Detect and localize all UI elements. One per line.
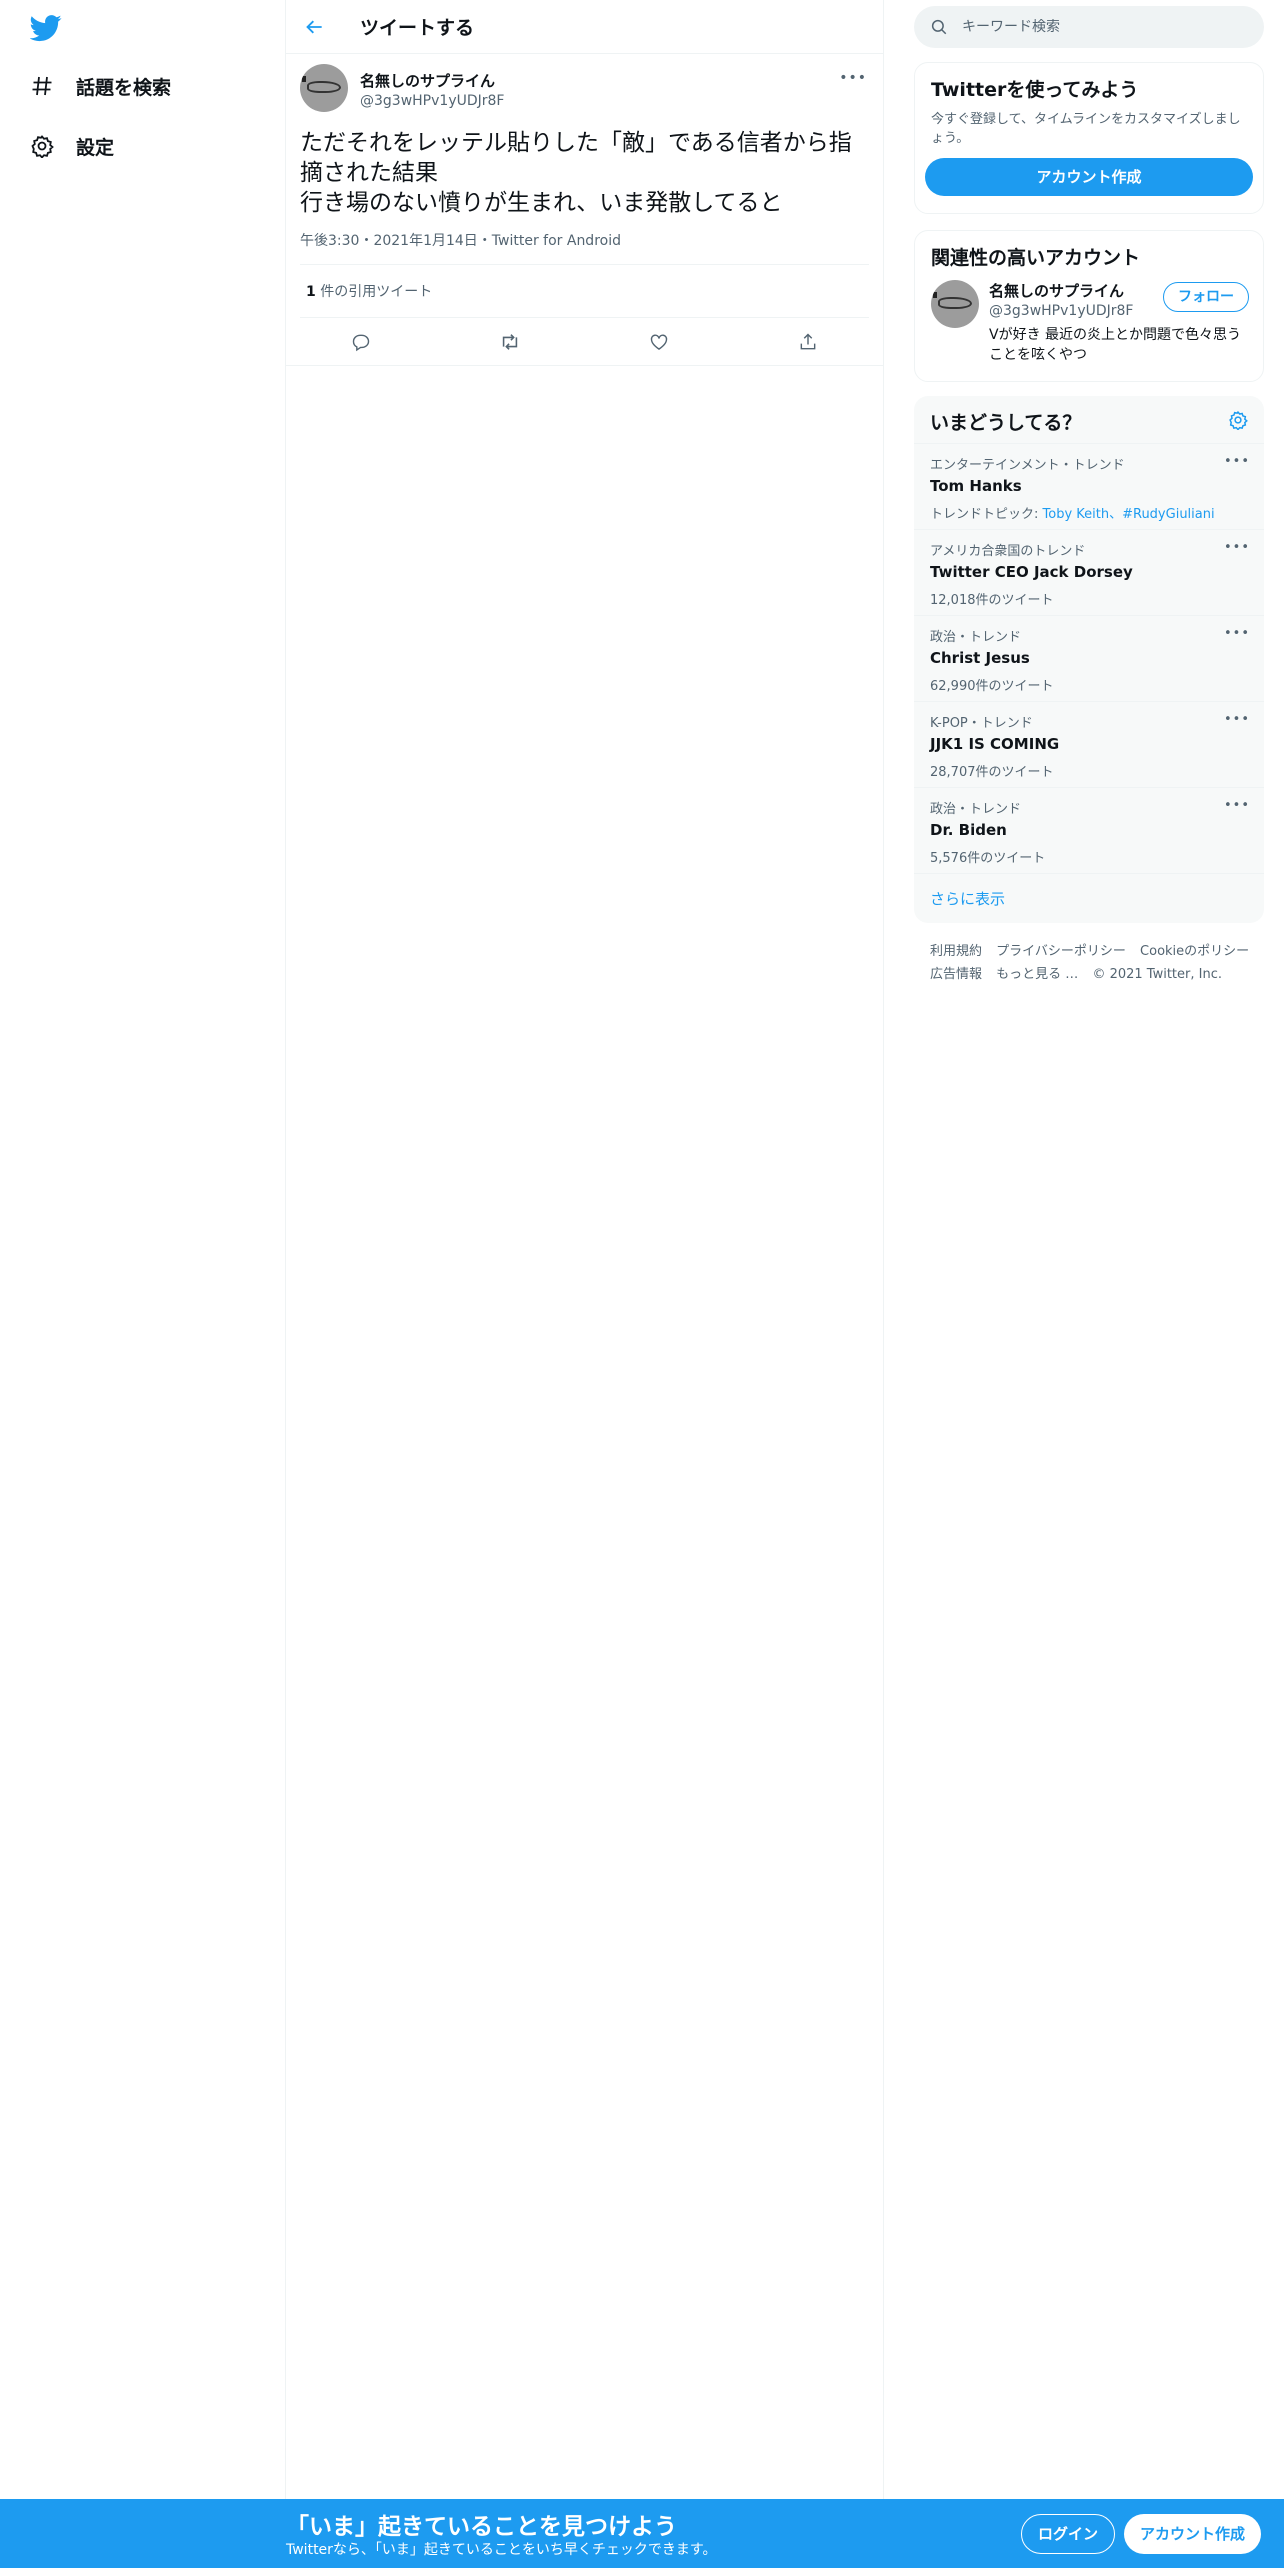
copyright: © 2021 Twitter, Inc.: [1092, 967, 1222, 982]
footer-link[interactable]: 広告情報: [930, 967, 982, 982]
signup-title: Twitterを使ってみよう: [931, 79, 1139, 101]
login-button[interactable]: ログイン: [1021, 2514, 1116, 2554]
trend-item[interactable]: 政治・トレンド Dr. Biden 5,576件のツイート •••: [914, 787, 1264, 873]
trend-name: Tom Hanks: [930, 477, 1022, 495]
nav-settings[interactable]: 設定: [28, 126, 114, 166]
trend-count: 28,707件のツイート: [930, 765, 1054, 780]
trend-name: Twitter CEO Jack Dorsey: [930, 563, 1133, 581]
trend-topics: トレンドトピック: Toby Keith、#RudyGiuliani: [930, 503, 1248, 522]
quote-label: 件の引用ツイート: [315, 284, 433, 300]
more-options-icon[interactable]: •••: [839, 70, 867, 86]
footer-link[interactable]: 利用規約: [930, 944, 982, 959]
nav-explore-label: 話題を検索: [76, 76, 172, 99]
tweet-author[interactable]: 名無しのサプライん @3g3wHPv1yUDJr8F: [300, 54, 869, 118]
trends-card: いまどうしてる？ エンターテインメント・トレンド Tom Hanks トレンドト…: [914, 396, 1264, 923]
trend-name: Dr. Biden: [930, 821, 1007, 839]
footer-link[interactable]: Cookieのポリシー: [1140, 944, 1249, 959]
trend-item[interactable]: エンターテインメント・トレンド Tom Hanks トレンドトピック: Toby…: [914, 443, 1264, 529]
signup-description: 今すぐ登録して、タイムラインをカスタマイズしましょう。: [931, 112, 1241, 146]
reply-icon[interactable]: [344, 325, 378, 359]
bottom-bar-subtitle: Twitterなら、「いま」起きていることをいち早くチェックできます。: [286, 2542, 717, 2558]
quote-count: 1: [306, 284, 316, 300]
twitter-bird-icon[interactable]: [29, 12, 62, 44]
footer-link[interactable]: もっと見る …: [996, 967, 1078, 982]
trend-category: 政治・トレンド: [930, 802, 1022, 817]
author-handle[interactable]: @3g3wHPv1yUDJr8F: [360, 93, 504, 109]
trend-category: エンターテインメント・トレンド: [930, 458, 1125, 473]
gear-icon[interactable]: [1228, 410, 1248, 434]
trend-name: Christ Jesus: [930, 649, 1030, 667]
tweet-timestamp[interactable]: 午後3:30・2021年1月14日・Twitter for Android: [300, 230, 869, 265]
trend-category: 政治・トレンド: [930, 630, 1022, 645]
search-box[interactable]: [914, 6, 1264, 48]
trend-count: 62,990件のツイート: [930, 679, 1054, 694]
show-more-link[interactable]: さらに表示: [914, 873, 1264, 923]
follow-button[interactable]: フォロー: [1163, 282, 1249, 312]
left-nav: 話題を検索 設定: [0, 0, 286, 2568]
author-name[interactable]: 名無しのサプライん: [360, 70, 504, 91]
main-header: ツイートする: [286, 0, 883, 54]
avatar[interactable]: [931, 280, 979, 328]
tweet-text: ただそれをレッテル貼りした「敵」である信者から指摘された結果 行き場のない憤りが…: [300, 130, 852, 216]
trend-item[interactable]: 政治・トレンド Christ Jesus 62,990件のツイート •••: [914, 615, 1264, 701]
trend-item[interactable]: アメリカ合衆国のトレンド Twitter CEO Jack Dorsey 12,…: [914, 529, 1264, 615]
bottom-signup-bar: 「いま」起きていることを見つけよう Twitterなら、「いま」起きていることを…: [0, 2499, 1284, 2568]
more-options-icon[interactable]: •••: [1224, 798, 1250, 813]
related-bio: Vが好き 最近の炎上とか問題で色々思うことを呟くやつ: [989, 327, 1242, 363]
more-options-icon[interactable]: •••: [1224, 712, 1250, 727]
gear-icon: [28, 132, 56, 160]
trend-item[interactable]: K-POP・トレンド JJK1 IS COMING 28,707件のツイート •…: [914, 701, 1264, 787]
signup-button[interactable]: アカウント作成: [1124, 2514, 1262, 2554]
trend-category: アメリカ合衆国のトレンド: [930, 544, 1086, 559]
trend-name: JJK1 IS COMING: [930, 735, 1060, 753]
search-input[interactable]: [962, 19, 1222, 35]
trends-title: いまどうしてる？: [930, 412, 1082, 434]
related-account[interactable]: 名無しのサプライん @3g3wHPv1yUDJr8F Vが好き 最近の炎上とか問…: [915, 270, 1263, 375]
tweet-actions: [286, 318, 883, 366]
quote-tweets-link[interactable]: 1 件の引用ツイート: [300, 265, 869, 318]
related-accounts-card: 関連性の高いアカウント 名無しのサプライん @3g3wHPv1yUDJr8F V…: [914, 230, 1264, 382]
trend-category: K-POP・トレンド: [930, 716, 1033, 731]
create-account-button[interactable]: アカウント作成: [925, 158, 1253, 196]
related-title: 関連性の高いアカウント: [931, 247, 1141, 269]
footer-links: 利用規約 プライバシーポリシー Cookieのポリシー 広告情報 もっと見る ……: [930, 940, 1260, 986]
page-title: ツイートする: [360, 17, 475, 39]
trend-count: 12,018件のツイート: [930, 593, 1054, 608]
search-icon: [930, 18, 948, 36]
more-options-icon[interactable]: •••: [1224, 540, 1250, 555]
main-column: ツイートする 名無しのサプライん @3g3wHPv1yUDJr8F ••• ただ…: [286, 0, 884, 2568]
avatar[interactable]: [300, 64, 348, 112]
like-icon[interactable]: [642, 325, 676, 359]
nav-settings-label: 設定: [76, 136, 115, 159]
back-arrow-icon[interactable]: [300, 12, 330, 42]
trend-count: 5,576件のツイート: [930, 851, 1046, 866]
more-options-icon[interactable]: •••: [1224, 626, 1250, 641]
more-options-icon[interactable]: •••: [1224, 454, 1250, 469]
trend-topics-prefix: トレンドトピック:: [930, 507, 1043, 522]
tweet: 名無しのサプライん @3g3wHPv1yUDJr8F ••• ただそれをレッテル…: [286, 54, 883, 366]
signup-card: Twitterを使ってみよう 今すぐ登録して、タイムラインをカスタマイズしましょ…: [914, 62, 1264, 214]
share-icon[interactable]: [791, 325, 825, 359]
bottom-bar-title: 「いま」起きていることを見つけよう: [286, 2514, 677, 2540]
hashtag-icon: [28, 72, 56, 100]
nav-explore[interactable]: 話題を検索: [28, 66, 171, 106]
footer-link[interactable]: プライバシーポリシー: [996, 944, 1126, 959]
retweet-icon[interactable]: [493, 325, 527, 359]
trend-topic-links[interactable]: Toby Keith、#RudyGiuliani: [1043, 507, 1215, 522]
